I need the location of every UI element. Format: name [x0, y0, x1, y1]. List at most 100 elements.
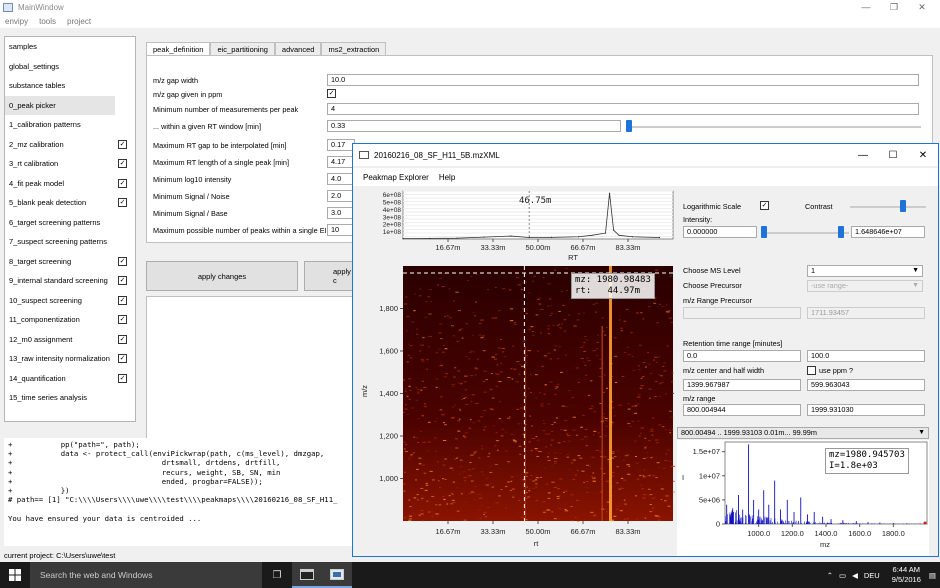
menu-tools[interactable]: tools	[39, 17, 56, 26]
sidebar-item-checkbox[interactable]: ✓	[118, 276, 127, 285]
heatmap-cell	[514, 441, 517, 443]
apply-cut-button[interactable]: apply c	[304, 261, 356, 291]
min-measurements-field[interactable]: 4	[327, 103, 919, 115]
heatmap-cell	[666, 499, 669, 501]
min-log10-intensity-field[interactable]: 4.0	[327, 173, 355, 185]
taskbar-app-terminal-icon[interactable]	[292, 562, 322, 588]
sidebar-item[interactable]: 6_target screening patterns	[5, 213, 135, 233]
heatmap-cell	[511, 378, 514, 380]
chevron-up-icon[interactable]: ⌃	[827, 571, 833, 580]
tab-advanced[interactable]: advanced	[274, 42, 322, 55]
mz-center-field[interactable]: 1399.967987	[683, 379, 801, 391]
rt-window-slider-handle[interactable]	[626, 120, 632, 132]
menu-help[interactable]: Help	[439, 173, 455, 182]
contrast-slider-handle[interactable]	[900, 200, 906, 212]
sidebar-item[interactable]: 8_target screening ✓	[5, 252, 135, 272]
sidebar-item[interactable]: 13_raw intensity normalization ✓	[5, 349, 135, 369]
heatmap-cell	[513, 324, 517, 326]
minimize-icon[interactable]: —	[852, 0, 880, 14]
taskbar-search-input[interactable]: Search the web and Windows	[30, 562, 262, 588]
sidebar-item[interactable]: 9_internal standard screening ✓	[5, 271, 135, 291]
menu-project[interactable]: project	[67, 17, 91, 26]
intensity-slider-min-handle[interactable]	[761, 226, 767, 238]
task-view-icon[interactable]: ❐	[262, 562, 292, 588]
sidebar-item-checkbox[interactable]: ✓	[118, 295, 127, 305]
mz-gap-width-field[interactable]: 10.0	[327, 74, 919, 86]
sidebar-item-checkbox[interactable]: ✓	[118, 354, 127, 363]
min-signal-noise-field[interactable]: 2.0	[327, 190, 355, 202]
peakmap-maximize-icon[interactable]: ☐	[878, 144, 908, 166]
ms-level-select[interactable]: 1 ▼	[807, 265, 923, 277]
heatmap-cell	[658, 467, 661, 469]
heatmap-cell	[668, 429, 671, 431]
sidebar-item[interactable]: substance tables	[5, 76, 135, 96]
min-signal-base-field[interactable]: 3.0	[327, 207, 355, 219]
menu-envipy[interactable]: envipy	[5, 17, 28, 26]
taskbar-clock[interactable]: 6:44 AM 9/5/2016	[892, 565, 921, 585]
sidebar-item-checkbox[interactable]: ✓	[118, 178, 127, 188]
sidebar-item[interactable]: 11_componentization ✓	[5, 310, 135, 330]
output-panel	[146, 296, 356, 440]
use-ppm-checkbox[interactable]	[807, 366, 816, 375]
rt-min-field[interactable]: 0.0	[683, 350, 801, 362]
sidebar-item-checkbox[interactable]: ✓	[118, 334, 127, 344]
heatmap-cell	[530, 326, 534, 328]
sidebar-item[interactable]: samples	[5, 37, 135, 57]
sidebar-item-checkbox[interactable]: ✓	[118, 139, 127, 149]
rt-max-field[interactable]: 100.0	[807, 350, 925, 362]
max-peaks-eic-field[interactable]: 10	[327, 224, 355, 236]
apply-changes-button[interactable]: apply changes	[146, 261, 298, 291]
network-icon[interactable]: ▭	[839, 571, 846, 580]
intensity-max-field[interactable]: 1.648646e+07	[851, 226, 925, 238]
max-rt-gap-field[interactable]: 0.17	[327, 139, 355, 151]
sidebar-item[interactable]: 1_calibration patterns	[5, 115, 135, 135]
sidebar-item-checkbox[interactable]: ✓	[118, 159, 127, 168]
intensity-min-field[interactable]: 0.000000	[683, 226, 757, 238]
tab-ms2-extraction[interactable]: ms2_extraction	[321, 42, 387, 55]
intensity-slider-max-handle[interactable]	[838, 226, 844, 238]
windows-start-icon[interactable]	[0, 562, 30, 588]
sidebar-item[interactable]: 14_quantification ✓	[5, 369, 135, 389]
sidebar-item[interactable]: global_settings	[5, 57, 135, 77]
mz-gap-ppm-checkbox[interactable]: ✓	[327, 89, 336, 98]
log-scale-checkbox[interactable]: ✓	[760, 201, 769, 210]
tab-peak-definition[interactable]: peak_definition	[146, 42, 211, 56]
close-icon[interactable]: ✕	[908, 0, 936, 14]
mz-range-precursor-to-field[interactable]: 1711.93457	[807, 307, 925, 319]
sidebar-item[interactable]: 15_time series analysis	[5, 388, 135, 408]
language-indicator[interactable]: DEU	[864, 571, 880, 580]
mz-range-precursor-from-field[interactable]	[683, 307, 801, 319]
peakmap-close-icon[interactable]: ✕	[908, 144, 938, 166]
max-rt-length-field[interactable]: 4.17	[327, 156, 355, 168]
sidebar-item-checkbox[interactable]: ✓	[118, 315, 127, 324]
sidebar-item-checkbox[interactable]: ✓	[118, 198, 127, 207]
maximize-icon[interactable]: ❐	[880, 0, 908, 14]
heatmap-cell	[409, 390, 412, 392]
precursor-select[interactable]: -use range- ▼	[807, 280, 923, 292]
notifications-icon[interactable]: ▤	[929, 571, 936, 580]
sidebar-item[interactable]: 2_mz calibration ✓	[5, 135, 135, 155]
heatmap-cell	[550, 465, 554, 467]
sidebar-item[interactable]: 3_rt calibration ✓	[5, 154, 135, 174]
sidebar-item[interactable]: 10_suspect screening ✓	[5, 291, 135, 311]
rt-window-field[interactable]: 0.33	[327, 120, 621, 132]
volume-icon[interactable]: ◀	[852, 571, 858, 580]
taskbar-app-python-icon[interactable]	[322, 562, 352, 588]
sidebar-item-checkbox[interactable]: ✓	[118, 256, 127, 266]
sidebar-item[interactable]: 12_m0 assignment ✓	[5, 330, 135, 350]
sidebar-item-checkbox[interactable]: ✓	[118, 373, 127, 383]
sidebar-item[interactable]: 5_blank peak detection ✓	[5, 193, 135, 213]
heatmap-y-tick-label: 1,800	[379, 304, 398, 313]
tic-chart[interactable]: 46.75m 6e+085e+084e+083e+082e+081e+08 16.6…	[353, 186, 678, 266]
peakmap-heatmap[interactable]: 1,800 1,600 1,400 1,200 1,000 16.67m 33.33m 50.…	[353, 266, 678, 556]
mz-half-width-field[interactable]: 599.963043	[807, 379, 925, 391]
mz-range-max-field[interactable]: 1999.931030	[807, 404, 925, 416]
peakmap-minimize-icon[interactable]: —	[848, 144, 878, 166]
sidebar-item[interactable]: 7_suspect screening patterns	[5, 232, 135, 252]
tab-eic-partitioning[interactable]: eic_partitioning	[210, 42, 275, 55]
sidebar-item[interactable]: 0_peak picker	[5, 95, 115, 115]
menu-peakmap-explorer[interactable]: Peakmap Explorer	[363, 173, 429, 182]
spectrum-range-select[interactable]: 800.00494 .. 1999.93103 0.01m... 99.99m ▼	[677, 427, 929, 439]
sidebar-item[interactable]: 4_fit peak model ✓	[5, 174, 135, 194]
mz-range-min-field[interactable]: 800.004944	[683, 404, 801, 416]
